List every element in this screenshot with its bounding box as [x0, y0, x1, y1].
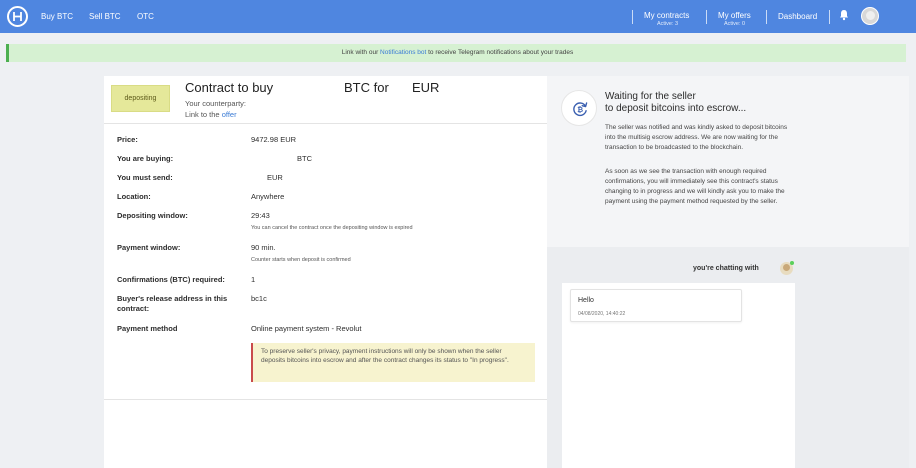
- nav-divider: [766, 10, 767, 24]
- release-address-label-line1: Buyer's release address in this: [117, 294, 228, 303]
- nav-dashboard[interactable]: Dashboard: [778, 12, 817, 21]
- divider: [104, 123, 547, 124]
- contract-title: Contract to buy: [185, 80, 274, 95]
- price-label: Price:: [117, 135, 138, 144]
- nav-buy-btc[interactable]: Buy BTC: [41, 12, 73, 21]
- chat-section: you're chatting with Hello 04/08/2020, 1…: [547, 247, 909, 468]
- status-badge: depositing: [111, 85, 170, 112]
- depositing-window-value: 29:43: [251, 211, 270, 220]
- location-value: Anywhere: [251, 192, 285, 201]
- nav-divider: [706, 10, 707, 24]
- send-label: You must send:: [117, 173, 173, 182]
- notifications-bot-link[interactable]: Notifications bot: [380, 49, 426, 56]
- contract-card: depositing Contract to buy BTC for EUR Y…: [104, 76, 547, 468]
- payment-window-note: Counter starts when deposit is confirmed: [251, 257, 351, 263]
- chat-message-text: Hello: [578, 297, 594, 304]
- contracts-active-count: Active: 3: [657, 21, 679, 27]
- user-avatar[interactable]: [861, 7, 879, 25]
- waiting-status-panel: ₿ Waiting for the seller to deposit bitco…: [547, 76, 909, 247]
- waiting-paragraph-1: The seller was notified and was kindly a…: [605, 124, 788, 151]
- release-address-value: bc1c: [251, 294, 267, 303]
- nav-my-contracts[interactable]: My contracts: [644, 11, 689, 20]
- offers-active-count: Active: 0: [724, 21, 746, 27]
- online-indicator: [790, 261, 794, 265]
- chatting-with-label: you're chatting with: [693, 265, 759, 272]
- payment-method-label: Payment method: [117, 324, 178, 333]
- depositing-window-note: You can cancel the contract once the dep…: [251, 225, 413, 231]
- chat-message: Hello 04/08/2020, 14:40:22: [570, 289, 742, 322]
- counterparty-label: Your counterparty:: [185, 99, 247, 108]
- offer-link-prefix: Link to the: [185, 110, 222, 119]
- logo-icon[interactable]: [7, 6, 28, 27]
- offer-link-line: Link to the offer: [185, 110, 237, 119]
- banner-text-post: to receive Telegram notifications about …: [426, 49, 574, 56]
- waiting-paragraph-2: As soon as we see the transaction with e…: [605, 168, 785, 205]
- privacy-warning-note: To preserve seller's privacy, payment in…: [251, 343, 535, 382]
- banner-text-pre: Link with our: [341, 49, 381, 56]
- nav-my-offers[interactable]: My offers: [718, 11, 751, 20]
- nav-otc[interactable]: OTC: [137, 12, 154, 21]
- svg-text:₿: ₿: [577, 105, 583, 114]
- top-navbar: Buy BTC Sell BTC OTC My contracts Active…: [0, 0, 916, 33]
- release-address-label-line2: contract:: [117, 304, 150, 313]
- notification-bell-icon[interactable]: [839, 9, 849, 23]
- nav-sell-btc[interactable]: Sell BTC: [89, 12, 121, 21]
- depositing-window-label: Depositing window:: [117, 211, 188, 220]
- confirmations-label: Confirmations (BTC) required:: [117, 275, 225, 284]
- telegram-notification-banner: Link with our Notifications bot to recei…: [6, 44, 906, 62]
- waiting-title-line1: Waiting for the seller: [605, 91, 696, 102]
- nav-divider: [632, 10, 633, 24]
- send-value: EUR: [267, 173, 283, 182]
- confirmations-value: 1: [251, 275, 256, 284]
- waiting-status-icon: ₿: [561, 90, 597, 126]
- offer-link[interactable]: offer: [222, 110, 237, 119]
- payment-method-value: Online payment system - Revolut: [251, 324, 362, 333]
- waiting-title: Waiting for the seller to deposit bitcoin…: [605, 91, 805, 115]
- buying-label: You are buying:: [117, 154, 174, 163]
- buying-value: BTC: [297, 154, 312, 163]
- payment-window-label: Payment window:: [117, 243, 181, 252]
- payment-window-value: 90 min.: [251, 243, 276, 252]
- contract-title-eur: EUR: [412, 80, 440, 95]
- price-value: 9472.98 EUR: [251, 135, 297, 144]
- location-label: Location:: [117, 192, 151, 201]
- nav-divider: [829, 10, 830, 24]
- waiting-title-line2: to deposit bitcoins into escrow...: [605, 103, 747, 114]
- divider: [104, 399, 547, 400]
- release-address-label: Buyer's release address in this contract:: [117, 294, 227, 314]
- chat-message-time: 04/08/2020, 14:40:22: [578, 311, 626, 317]
- contract-title-btc: BTC for: [344, 80, 389, 95]
- chat-messages-panel[interactable]: Hello 04/08/2020, 14:40:22: [562, 283, 795, 468]
